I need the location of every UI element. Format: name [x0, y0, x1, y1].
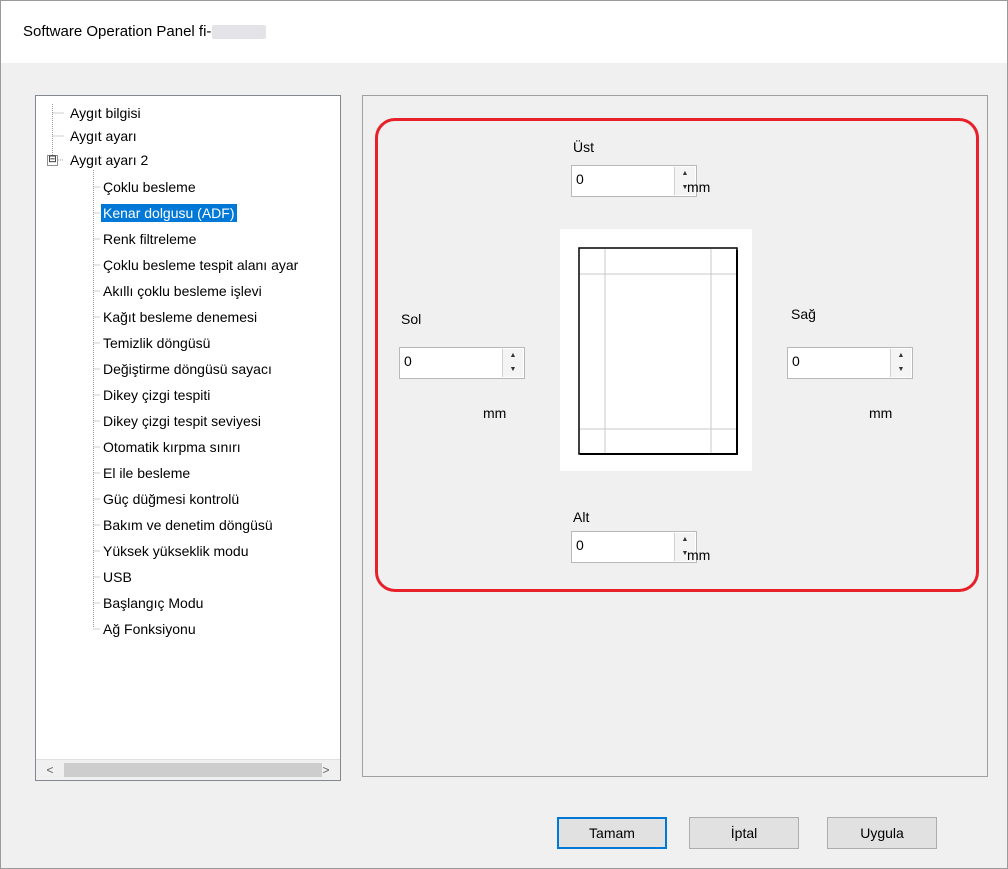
top-margin-label: Üst: [573, 139, 594, 155]
left-margin-spinbox[interactable]: 0 ▲ ▼: [399, 347, 525, 379]
tree-item-ag-fonksiyonu[interactable]: Ağ Fonksiyonu: [103, 620, 196, 638]
right-margin-value[interactable]: 0: [792, 353, 800, 369]
page-margin-preview: [560, 229, 752, 471]
tree-item-otomatik-kirpma[interactable]: Otomatik kırpma sınırı: [103, 438, 241, 456]
collapse-icon[interactable]: ⊟: [47, 155, 58, 166]
tree-item-dikey-cizgi-tespiti[interactable]: Dikey çizgi tespiti: [103, 386, 210, 404]
window-title: Software Operation Panel fi-: [23, 23, 267, 40]
tree-item-usb[interactable]: USB: [103, 568, 132, 586]
bottom-margin-spinbox[interactable]: 0 ▲ ▼: [571, 531, 697, 563]
apply-button[interactable]: Uygula: [827, 817, 937, 849]
tree-item-guc-dugmesi[interactable]: Güç düğmesi kontrolü: [103, 490, 239, 508]
tree-item-bakim-denetim[interactable]: Bakım ve denetim döngüsü: [103, 516, 273, 534]
ok-button[interactable]: Tamam: [557, 817, 667, 849]
spin-down-icon[interactable]: ▼: [503, 363, 523, 377]
horizontal-scrollbar[interactable]: < >: [36, 759, 340, 780]
model-number-mask: [212, 25, 267, 40]
scroll-right-icon[interactable]: >: [316, 760, 336, 780]
tree-item-aygit-ayari[interactable]: Aygıt ayarı: [70, 127, 137, 145]
tree-item-renk-filtreleme[interactable]: Renk filtreleme: [103, 230, 196, 248]
tree-item-kenar-dolgusu[interactable]: Kenar dolgusu (ADF): [101, 204, 237, 222]
left-margin-unit: mm: [483, 405, 507, 421]
right-margin-spinbox[interactable]: 0 ▲ ▼: [787, 347, 913, 379]
spin-up-icon[interactable]: ▲: [891, 349, 911, 363]
tree-item-yuksek-yukseklik[interactable]: Yüksek yükseklik modu: [103, 542, 249, 560]
tree-item-degistirme-dongusu[interactable]: Değiştirme döngüsü sayacı: [103, 360, 272, 378]
right-margin-label: Sağ: [791, 306, 816, 322]
left-margin-label: Sol: [401, 311, 422, 327]
tree-item-aygit-bilgisi[interactable]: Aygıt bilgisi: [70, 104, 141, 122]
tree-item-coklu-besleme-tespit[interactable]: Çoklu besleme tespit alanı ayar: [103, 256, 298, 274]
top-margin-spinbox[interactable]: 0 ▲ ▼: [571, 165, 697, 197]
top-margin-value[interactable]: 0: [576, 171, 584, 187]
tree-item-dikey-cizgi-seviyesi[interactable]: Dikey çizgi tespit seviyesi: [103, 412, 261, 430]
tree-item-el-ile-besleme[interactable]: El ile besleme: [103, 464, 190, 482]
top-margin-unit: mm: [687, 179, 711, 195]
left-margin-spin-buttons[interactable]: ▲ ▼: [502, 349, 523, 377]
spin-down-icon[interactable]: ▼: [891, 363, 911, 377]
tree-item-temizlik-dongusu[interactable]: Temizlik döngüsü: [103, 334, 210, 352]
right-margin-unit: mm: [869, 405, 893, 421]
tree-item-coklu-besleme[interactable]: Çoklu besleme: [103, 178, 196, 196]
tree-item-kagit-besleme-denemesi[interactable]: Kağıt besleme denemesi: [103, 308, 257, 326]
bottom-margin-label: Alt: [573, 509, 590, 525]
cancel-button[interactable]: İptal: [689, 817, 799, 849]
tree-item-aygit-ayari-2[interactable]: Aygıt ayarı 2: [70, 151, 148, 169]
scrollbar-thumb[interactable]: [64, 763, 322, 777]
settings-tree[interactable]: Aygıt bilgisi Aygıt ayarı ⊟ Aygıt ayarı …: [35, 95, 341, 781]
scroll-left-icon[interactable]: <: [40, 760, 60, 780]
spin-up-icon[interactable]: ▲: [675, 533, 695, 547]
dialog-window: Software Operation Panel fi- Aygıt bilgi…: [0, 0, 1008, 869]
left-margin-value[interactable]: 0: [404, 353, 412, 369]
page-preview-drawing: [578, 247, 738, 455]
spin-up-icon[interactable]: ▲: [503, 349, 523, 363]
bottom-margin-unit: mm: [687, 547, 711, 563]
right-margin-spin-buttons[interactable]: ▲ ▼: [890, 349, 911, 377]
tree-item-baslangic-modu[interactable]: Başlangıç Modu: [103, 594, 203, 612]
title-bar: Software Operation Panel fi-: [1, 1, 1007, 63]
tree-item-akilli-coklu-besleme[interactable]: Akıllı çoklu besleme işlevi: [103, 282, 262, 300]
bottom-margin-value[interactable]: 0: [576, 537, 584, 553]
